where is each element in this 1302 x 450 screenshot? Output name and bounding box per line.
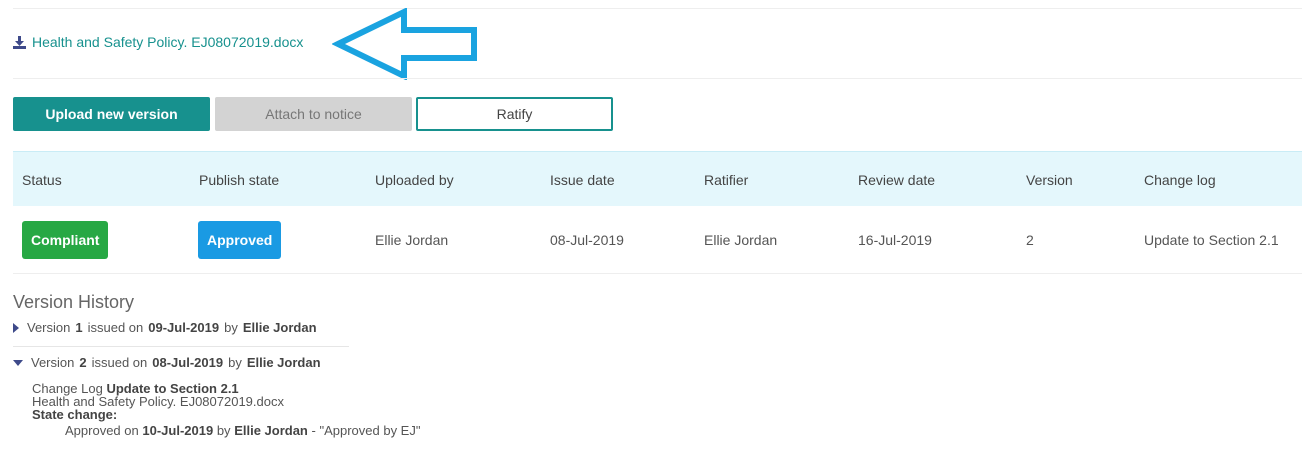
on-text: on: [124, 423, 139, 438]
version-cell: 2: [1026, 232, 1034, 248]
version-prefix: Version: [27, 320, 71, 335]
state-change-label: State change:: [32, 407, 118, 422]
author-name: Ellie Jordan: [242, 320, 317, 335]
attach-to-notice-button[interactable]: Attach to notice: [215, 97, 412, 131]
by-text: by: [216, 423, 231, 438]
column-header-version: Version: [1026, 171, 1073, 188]
change-log-cell: Update to Section 2.1: [1144, 232, 1279, 248]
author-name: Ellie Jordan: [246, 355, 321, 370]
version-number: 2: [79, 355, 87, 370]
version-history-entry[interactable]: Version 2 issued on 08-Jul-2019 by Ellie…: [13, 355, 321, 370]
state-name: Approved: [65, 423, 121, 438]
review-date-cell: 16-Jul-2019: [858, 232, 932, 248]
top-divider: [13, 8, 1302, 9]
column-header-status: Status: [22, 171, 62, 188]
caret-right-icon: [13, 322, 19, 333]
state-change-line: Approved on 10-Jul-2019 by Ellie Jordan …: [65, 423, 421, 438]
download-icon: [13, 35, 26, 49]
ratifier-cell: Ellie Jordan: [704, 232, 778, 248]
issue-date: 09-Jul-2019: [148, 320, 220, 335]
ratify-button[interactable]: Ratify: [416, 97, 613, 131]
issued-text: issued on: [87, 320, 144, 335]
column-header-ratifier: Ratifier: [704, 171, 749, 188]
document-file-name: Health and Safety Policy. EJ08072019.doc…: [32, 34, 304, 50]
version-history-title: Version History: [13, 292, 135, 312]
status-badge: Compliant: [22, 221, 109, 259]
column-header-publish-state: Publish state: [199, 171, 280, 188]
document-download-link[interactable]: Health and Safety Policy. EJ08072019.doc…: [13, 34, 303, 50]
column-header-change-log: Change log: [1144, 171, 1216, 188]
state-change-comment: - "Approved by EJ": [311, 423, 421, 438]
annotation-arrow-icon: [332, 8, 477, 80]
state-change-heading: State change:: [32, 407, 118, 422]
by-text: by: [224, 320, 238, 335]
state-change-date: 10-Jul-2019: [142, 423, 214, 438]
version-history-entry[interactable]: Version 1 issued on 09-Jul-2019 by Ellie…: [13, 320, 317, 335]
issue-date-cell: 08-Jul-2019: [550, 232, 624, 248]
version-prefix: Version: [31, 355, 75, 370]
issued-text: issued on: [91, 355, 148, 370]
publish-state-cell: Approved: [198, 206, 282, 274]
column-header-review-date: Review date: [858, 171, 936, 188]
column-header-uploaded-by: Uploaded by: [375, 171, 454, 188]
upload-new-version-button[interactable]: Upload new version: [13, 97, 210, 131]
uploaded-by-cell: Ellie Jordan: [375, 232, 449, 248]
table-row: Compliant Approved Ellie Jordan 08-Jul-2…: [13, 206, 1302, 274]
version-number: 1: [75, 320, 83, 335]
by-text: by: [228, 355, 242, 370]
issue-date: 08-Jul-2019: [152, 355, 224, 370]
status-cell: Compliant: [22, 206, 109, 274]
file-divider: [13, 78, 1302, 79]
caret-down-icon: [13, 359, 23, 366]
column-header-issue-date: Issue date: [550, 171, 615, 188]
state-change-author: Ellie Jordan: [234, 423, 308, 438]
version-history-divider: [13, 346, 349, 347]
table-header: Status Publish state Uploaded by Issue d…: [13, 151, 1302, 206]
publish-state-badge: Approved: [198, 221, 282, 259]
